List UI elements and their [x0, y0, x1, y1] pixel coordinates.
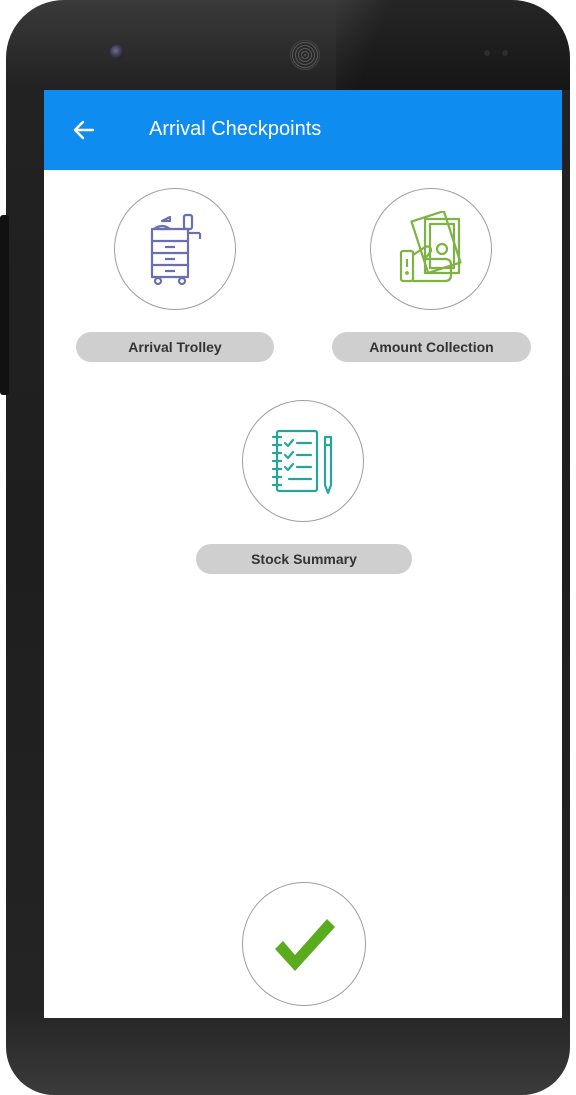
checkmark-icon	[275, 919, 335, 971]
arrival-trolley-tile[interactable]	[114, 188, 236, 310]
stock-summary-tile[interactable]	[242, 400, 364, 522]
phone-side-button	[0, 215, 9, 395]
phone-sheen	[336, 0, 570, 90]
trolley-icon	[150, 213, 202, 286]
arrival-trolley-label[interactable]: Arrival Trolley	[76, 332, 274, 362]
light-sensor-icon	[502, 50, 508, 56]
back-arrow-icon[interactable]	[72, 118, 96, 142]
front-camera-icon	[110, 45, 124, 59]
amount-collection-tile[interactable]	[370, 188, 492, 310]
cash-hand-icon	[399, 211, 462, 283]
phone-frame: Arrival Checkpoints Arrival Trolley Amou…	[6, 0, 570, 1095]
app-screen: Arrival Checkpoints Arrival Trolley Amou…	[44, 90, 562, 1018]
confirm-button[interactable]	[242, 882, 366, 1006]
stock-summary-label[interactable]: Stock Summary	[196, 544, 412, 574]
amount-collection-label[interactable]: Amount Collection	[332, 332, 531, 362]
checklist-notebook-icon	[271, 429, 333, 495]
app-bar: Arrival Checkpoints	[44, 90, 562, 170]
earpiece-speaker-icon	[290, 40, 320, 70]
page-title: Arrival Checkpoints	[149, 118, 322, 140]
proximity-sensor-icon	[484, 50, 490, 56]
